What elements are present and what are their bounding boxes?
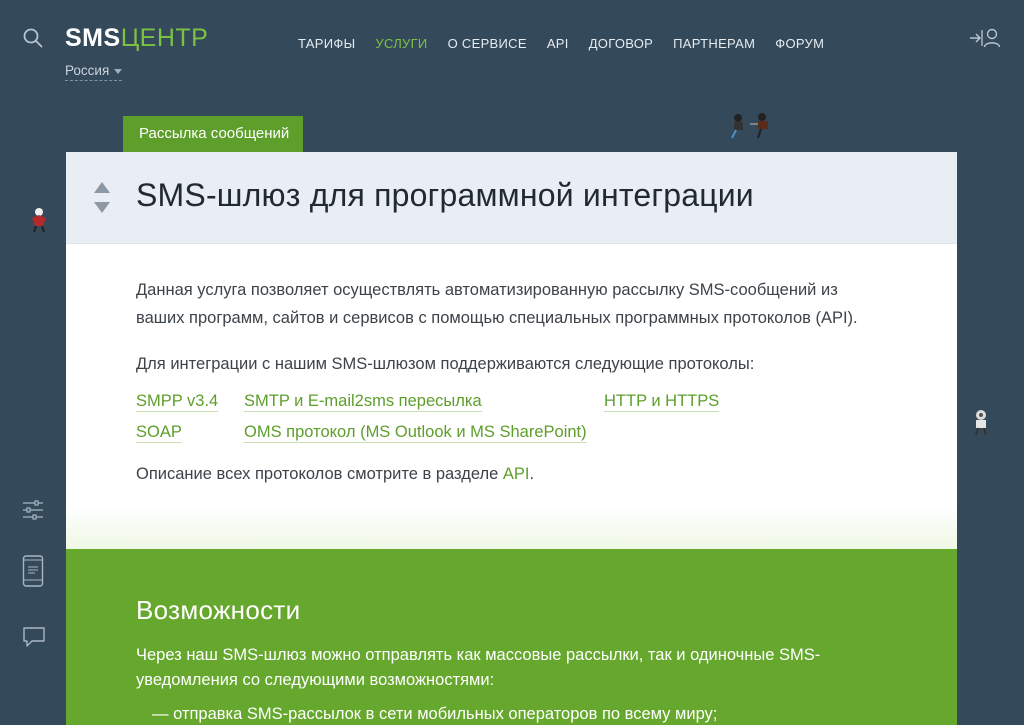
logo-part-center: ЦЕНТР [120, 24, 209, 52]
sort-arrows [93, 182, 111, 215]
intro-paragraph: Данная услуга позволяет осуществлять авт… [136, 281, 858, 327]
mobile-phone-icon [22, 555, 44, 587]
arrow-down-icon[interactable] [94, 202, 110, 213]
chat-button[interactable] [22, 626, 46, 653]
nav-item-contract[interactable]: ДОГОВОР [589, 36, 653, 52]
logo[interactable]: SMSЦЕНТР [65, 24, 208, 52]
protocol-link-smpp[interactable]: SMPP v3.4 [136, 391, 219, 412]
decorative-figure-right [970, 408, 992, 441]
protocol-link-smtp[interactable]: SMTP и E-mail2sms пересылка [244, 391, 482, 412]
protocols-list: SMPP v3.4 SMTP и E-mail2sms пересылка HT… [136, 386, 887, 448]
list-item: — отправка SMS-рассылок в сети мобильных… [152, 705, 718, 723]
login-button[interactable] [968, 27, 1002, 49]
nav-item-about[interactable]: О СЕРВИСЕ [448, 36, 527, 52]
nav-item-tariffs[interactable]: ТАРИФЫ [298, 36, 355, 52]
caret-down-icon [114, 68, 123, 74]
search-icon [23, 28, 43, 48]
region-selector[interactable]: Россия [65, 63, 123, 81]
main-nav: ТАРИФЫ УСЛУГИ О СЕРВИСЕ API ДОГОВОР ПАРТ… [298, 36, 844, 52]
protocols-intro: Для интеграции с нашим SMS-шлюзом поддер… [136, 355, 755, 373]
arrow-up-icon[interactable] [94, 182, 110, 193]
nav-item-forum[interactable]: ФОРУМ [775, 36, 824, 52]
search-button[interactable] [22, 27, 44, 49]
login-icon [970, 28, 1001, 48]
nav-item-partners[interactable]: ПАРТНЕРАМ [673, 36, 755, 52]
features-section: Возможности Через наш SMS-шлюз можно отп… [66, 549, 957, 725]
description-paragraph: Описание всех протоколов смотрите в разд… [136, 460, 887, 488]
region-label: Россия [65, 63, 110, 78]
features-text: Через наш SMS-шлюз можно отправлять как … [136, 646, 821, 689]
service-card: SMS-шлюз для программной интеграции Данн… [66, 152, 957, 725]
tab-message-mailing[interactable]: Рассылка сообщений [123, 116, 304, 152]
figures-icon [731, 113, 768, 139]
nav-item-services[interactable]: УСЛУГИ [375, 36, 427, 52]
chat-icon [23, 627, 45, 647]
logo-part-sms: SMS [65, 24, 121, 52]
description-text: Описание всех протоколов смотрите в разд… [136, 465, 503, 483]
card-body: Данная услуга позволяет осуществлять авт… [66, 244, 957, 549]
protocol-link-http[interactable]: HTTP и HTTPS [604, 391, 720, 412]
features-heading: Возможности [136, 595, 301, 625]
settings-button[interactable] [22, 500, 44, 525]
sliders-icon [23, 500, 43, 520]
api-link[interactable]: API [503, 465, 530, 483]
nav-item-api[interactable]: API [547, 36, 569, 52]
card-header: SMS-шлюз для программной интеграции [66, 152, 957, 244]
description-suffix: . [529, 465, 535, 483]
figure-icon [975, 410, 987, 436]
protocol-link-oms[interactable]: OMS протокол (MS Outlook и MS SharePoint… [244, 422, 587, 443]
page-title: SMS-шлюз для программной интеграции [136, 177, 754, 213]
decorative-figure-left [28, 206, 50, 237]
figure-icon [32, 208, 46, 233]
mobile-button[interactable] [22, 555, 44, 592]
protocol-link-soap[interactable]: SOAP [136, 422, 182, 443]
decorative-figures [728, 112, 776, 145]
